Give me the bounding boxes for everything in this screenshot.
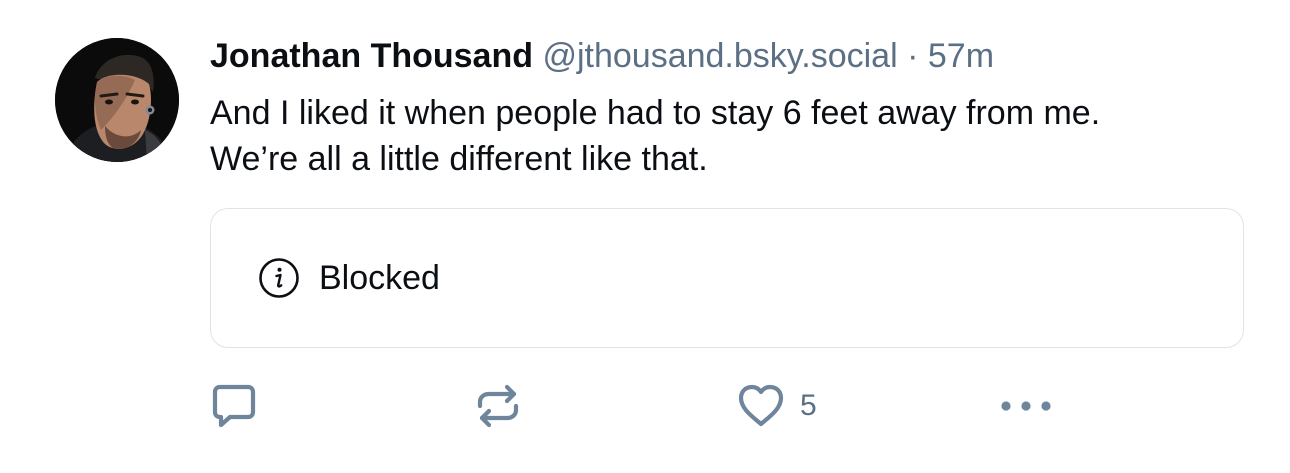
like-button[interactable]: 5 xyxy=(736,380,817,432)
post-text-line-2: We’re all a little different like that. xyxy=(210,140,708,178)
post-timestamp[interactable]: 57m xyxy=(928,37,994,75)
post[interactable]: Jonathan Thousand @jthousand.bsky.social… xyxy=(0,0,1290,473)
blocked-quote-embed: Blocked xyxy=(210,208,1244,348)
repost-button[interactable] xyxy=(472,380,524,432)
post-text: And I liked it when people had to stay 6… xyxy=(210,90,1250,182)
like-count: 5 xyxy=(800,389,817,422)
reply-button[interactable] xyxy=(208,380,260,432)
author-handle[interactable]: @jthousand.bsky.social xyxy=(542,37,897,75)
speech-bubble-icon xyxy=(208,380,260,432)
repost-arrows-icon xyxy=(472,380,524,432)
author-display-name[interactable]: Jonathan Thousand xyxy=(210,37,533,75)
post-header: Jonathan Thousand @jthousand.bsky.social… xyxy=(210,36,994,76)
embed-blocked-label: Blocked xyxy=(319,259,440,297)
post-text-line-1: And I liked it when people had to stay 6… xyxy=(210,94,1101,132)
separator-dot: · xyxy=(907,37,919,75)
heart-icon xyxy=(736,381,786,431)
info-circle-icon xyxy=(258,257,300,299)
avatar[interactable] xyxy=(55,38,179,162)
ellipsis-icon xyxy=(998,380,1054,432)
more-options-button[interactable] xyxy=(998,380,1054,432)
